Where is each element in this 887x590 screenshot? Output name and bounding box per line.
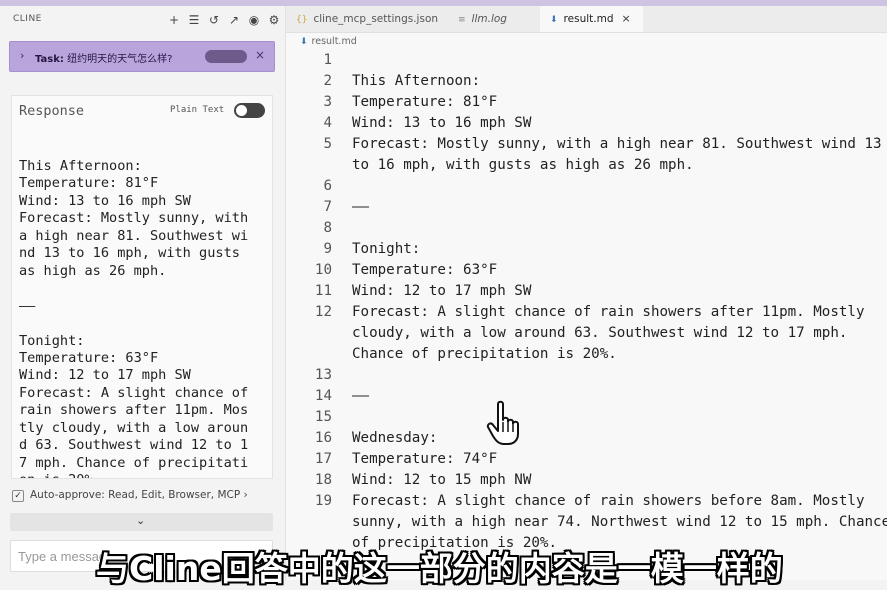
line-number: 19 (314, 493, 332, 509)
line-number: 14 (314, 388, 332, 404)
editor-pane: {} cline_mcp_settings.json ≡ llm.log ⬇ resu… (286, 6, 887, 580)
response-body: This Afternoon: Temperature: 81°F Wind: … (19, 158, 249, 478)
plain-text-label: Plain Text (170, 105, 225, 115)
markdown-file-icon: ⬇ (550, 15, 558, 25)
line-text: Temperature: 63°F (352, 262, 498, 278)
line-text: —— (352, 199, 370, 215)
sidebar-title: CLINE (13, 14, 42, 24)
close-icon[interactable]: × (621, 12, 630, 25)
chevron-down-icon[interactable]: ⌄ (136, 514, 145, 527)
video-subtitle: 与Cline回答中的这一部分的内容是一模一样的 (96, 549, 783, 588)
line-number: 9 (323, 241, 332, 257)
auto-approve-row[interactable]: ✓ Auto-approve: Read, Edit, Browser, MCP… (10, 488, 275, 504)
line-number: 5 (323, 136, 332, 152)
line-number: 2 (323, 73, 332, 89)
line-text: This Afternoon: (352, 73, 481, 89)
account-icon[interactable]: ◉ (246, 12, 262, 28)
sidebar-header: CLINE + ☰ ↺ ↗ ◉ ⚙ (0, 6, 285, 34)
line-text: Forecast: A slight chance of rain shower… (352, 304, 865, 362)
line-text: Temperature: 81°F (352, 94, 498, 110)
line-number: 11 (314, 283, 332, 299)
plain-text-toggle[interactable] (234, 103, 265, 118)
editor-tabs: {} cline_mcp_settings.json ≡ llm.log ⬇ resu… (286, 6, 887, 33)
line-number: 6 (323, 178, 332, 194)
line-text: Wednesday: (352, 430, 438, 446)
toggle-knob (236, 105, 247, 116)
markdown-file-icon: ⬇ (300, 37, 308, 47)
line-number: 8 (323, 220, 332, 236)
response-title: Response (19, 103, 85, 119)
line-number: 10 (314, 262, 332, 278)
json-file-icon: {} (296, 15, 308, 25)
line-number: 16 (314, 430, 332, 446)
task-label: Task: 纽约明天的天气怎么样? (35, 50, 172, 65)
line-number: 7 (323, 199, 332, 215)
task-token-badge (205, 50, 247, 63)
hand-pointer-cursor-icon (486, 400, 519, 445)
auto-approve-label: Auto-approve: Read, Edit, Browser, MCP (30, 489, 241, 501)
line-number: 17 (314, 451, 332, 467)
line-number: 15 (314, 409, 332, 425)
line-text: Wind: 13 to 16 mph SW (352, 115, 532, 131)
cline-sidebar: CLINE + ☰ ↺ ↗ ◉ ⚙ › Task: 纽约明天的天气怎么样? × … (0, 6, 286, 580)
tab-cline-mcp-settings[interactable]: {} cline_mcp_settings.json (296, 6, 438, 32)
line-text: Wind: 12 to 15 mph NW (352, 472, 532, 488)
external-link-icon[interactable]: ↗ (226, 12, 242, 28)
collapse-bar[interactable]: ⌄ (10, 513, 273, 531)
task-banner[interactable]: › Task: 纽约明天的天气怎么样? × (9, 41, 275, 72)
line-number: 12 (314, 304, 332, 320)
close-icon[interactable]: × (255, 48, 265, 62)
plus-icon[interactable]: + (166, 12, 182, 28)
auto-approve-text: Auto-approve: Read, Edit, Browser, MCP › (30, 489, 248, 501)
chevron-right-icon[interactable]: › (244, 489, 248, 501)
tab-label: cline_mcp_settings.json (313, 13, 439, 25)
gear-icon[interactable]: ⚙ (266, 12, 282, 28)
history-icon[interactable]: ↺ (206, 12, 222, 28)
line-text: Temperature: 74°F (352, 451, 498, 467)
tab-label: llm.log (471, 13, 507, 25)
line-number: 4 (323, 115, 332, 131)
task-text: 纽约明天的天气怎么样? (67, 54, 173, 65)
chevron-right-icon[interactable]: › (20, 49, 24, 62)
line-number: 1 (323, 52, 332, 68)
line-text: Tonight: (352, 241, 421, 257)
line-text: —— (352, 388, 370, 404)
auto-approve-checkbox[interactable]: ✓ (12, 490, 24, 502)
server-icon[interactable]: ☰ (186, 12, 202, 28)
tab-label: result.md (563, 13, 614, 25)
log-file-icon: ≡ (458, 15, 466, 25)
line-number: 3 (323, 94, 332, 110)
line-text: Wind: 12 to 17 mph SW (352, 283, 532, 299)
line-number: 13 (314, 367, 332, 383)
line-text: Forecast: Mostly sunny, with a high near… (352, 136, 882, 173)
tab-llm-log[interactable]: ≡ llm.log (458, 6, 507, 32)
task-prefix: Task: (35, 54, 64, 65)
breadcrumb[interactable]: ⬇ result.md (300, 36, 357, 47)
sidebar-toolbar: + ☰ ↺ ↗ ◉ ⚙ (166, 12, 282, 28)
tab-result-md[interactable]: ⬇ result.md × (540, 6, 643, 32)
line-number: 18 (314, 472, 332, 488)
breadcrumb-file[interactable]: result.md (312, 36, 357, 47)
response-card: Response Plain Text This Afternoon: Temp… (11, 95, 273, 479)
